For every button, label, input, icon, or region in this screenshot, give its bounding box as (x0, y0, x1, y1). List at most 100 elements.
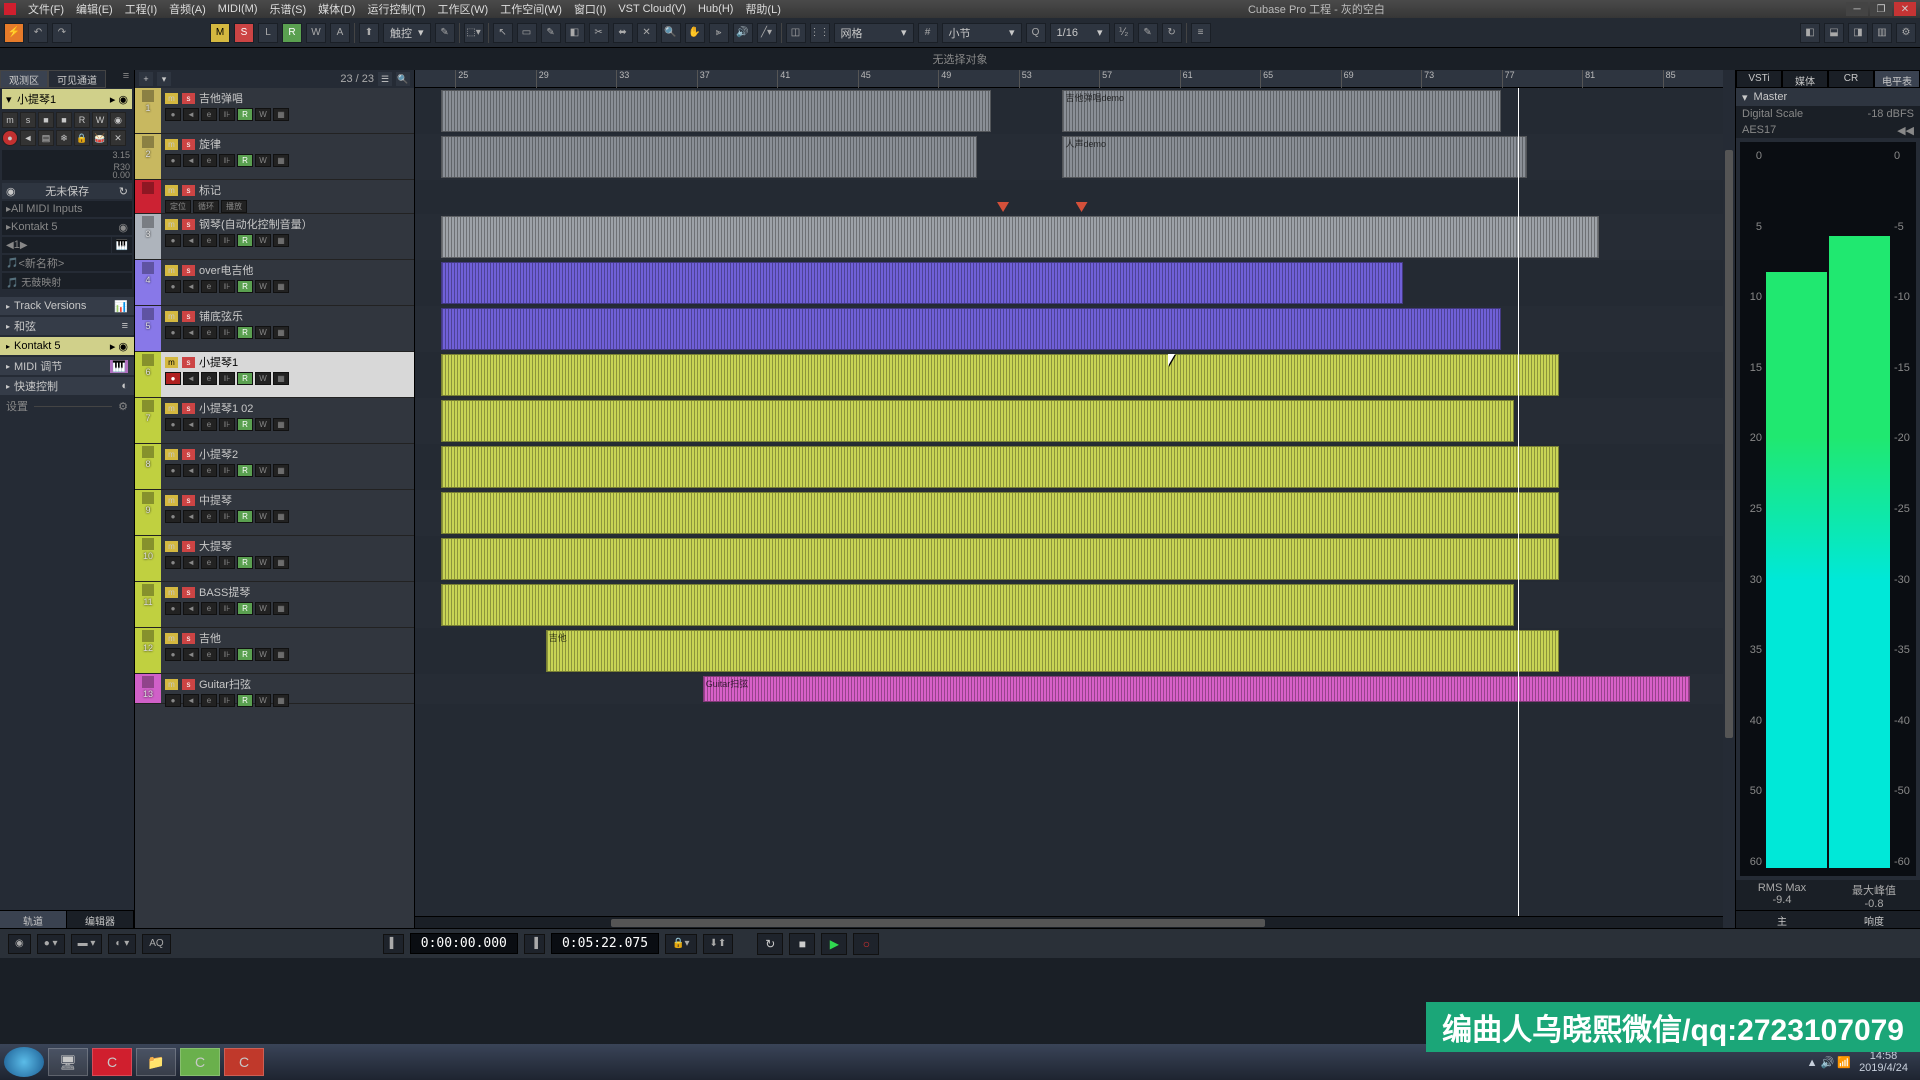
add-track-icon[interactable]: + (139, 72, 153, 86)
menu-project[interactable]: 工程(I) (119, 1, 163, 17)
aes-row[interactable]: AES17◀◀ (1736, 122, 1920, 138)
listen-global[interactable]: L (258, 23, 278, 43)
marker[interactable]: 5 (1076, 202, 1088, 212)
clip[interactable] (441, 446, 1559, 488)
task-explorer[interactable]: 🖥 (48, 1048, 88, 1076)
rtab-meter[interactable]: 电平表 (1874, 70, 1920, 88)
tab-config-icon[interactable]: ≡ (118, 70, 134, 88)
clip[interactable] (441, 216, 1599, 258)
window-close[interactable]: ✕ (1894, 2, 1916, 16)
select-tool-icon[interactable]: ↖ (493, 23, 513, 43)
snap-type-dropdown[interactable]: 触控▾ (383, 23, 431, 43)
clip-area[interactable]: 吉他弹唱demo人声demo65吉他Guitar扫弦 (415, 88, 1723, 916)
track-row[interactable]: 8m s 小提琴2●◄e⊪RW▦ (135, 444, 414, 490)
clip[interactable] (441, 90, 990, 132)
zone-far-icon[interactable]: ▥ (1872, 23, 1892, 43)
clip[interactable]: 吉他弹唱demo (1062, 90, 1500, 132)
clip[interactable] (441, 262, 1402, 304)
btn-lock[interactable]: 🔒 (74, 130, 90, 146)
menu-help[interactable]: 帮助(L) (739, 1, 786, 17)
track-row[interactable]: 13m s Guitar扫弦●◄e⊪RW▦ (135, 674, 414, 704)
track-preset-icon[interactable]: ▾ (157, 72, 171, 86)
gear-icon[interactable]: ⚙ (118, 400, 128, 413)
monitor[interactable]: ◄ (20, 130, 36, 146)
btn-r[interactable]: ■ (38, 112, 54, 128)
mute-tool-icon[interactable]: ✕ (637, 23, 657, 43)
clip[interactable]: 吉他 (546, 630, 1560, 672)
task-app2[interactable]: C (224, 1048, 264, 1076)
midi-channel[interactable]: ◀ 1 ▶ (2, 237, 111, 253)
edit-icon[interactable]: ✎ (435, 23, 455, 43)
volume-slider[interactable]: 3.15R300.00 (2, 150, 132, 180)
track-row[interactable]: 1m s 吉他弹唱●◄e⊪RW▦ (135, 88, 414, 134)
layout-icon[interactable]: ≡ (1191, 23, 1211, 43)
zone-bottom-icon[interactable]: ⬓ (1824, 23, 1844, 43)
track-name-field[interactable]: ▾小提琴1▸ ◉ (2, 89, 132, 109)
midi-edit-icon[interactable]: 🎹 (112, 237, 132, 253)
window-maximize[interactable]: ❐ (1870, 2, 1892, 16)
time-primary[interactable]: 0:00:00.000 (410, 933, 518, 954)
btn-s[interactable]: s (20, 112, 36, 128)
btn-x[interactable]: ✕ (110, 130, 126, 146)
play-tool-icon[interactable]: 🔊 (733, 23, 753, 43)
aq-button[interactable]: AQ (142, 934, 170, 954)
section-track-versions[interactable]: ▸Track Versions📊 (0, 297, 134, 315)
setup-icon[interactable]: ⚙ (1896, 23, 1916, 43)
read-global[interactable]: R (282, 23, 302, 43)
color-tool-icon[interactable]: ◫ (786, 23, 806, 43)
section-chords[interactable]: ▸和弦≡ (0, 317, 134, 335)
bottab-editor[interactable]: 编辑器 (67, 911, 134, 928)
rbottab-loudness[interactable]: 响度 (1828, 911, 1920, 928)
punch-in-icon[interactable]: ● ▾ (37, 934, 65, 954)
patch-name[interactable]: 🎵 <新名称> (2, 255, 132, 271)
mute-global[interactable]: M (210, 23, 230, 43)
menu-window[interactable]: 窗口(I) (568, 1, 612, 17)
tab-channels[interactable]: 可见通道 (48, 70, 106, 88)
btn-w[interactable]: ■ (56, 112, 72, 128)
menu-score[interactable]: 乐谱(S) (264, 1, 313, 17)
btn-e[interactable]: ◉ (110, 112, 126, 128)
glue-tool-icon[interactable]: ⬌ (613, 23, 633, 43)
midi-input[interactable]: ▸ All MIDI Inputs (2, 201, 132, 217)
track-row[interactable]: 12m s 吉他●◄e⊪RW▦ (135, 628, 414, 674)
track-row[interactable]: 3m s 钢琴(自动化控制音量）●◄e⊪RW▦ (135, 214, 414, 260)
task-folder[interactable]: 📁 (136, 1048, 176, 1076)
task-cubase[interactable]: C (92, 1048, 132, 1076)
record-enable[interactable]: ● (2, 130, 18, 146)
clip[interactable] (441, 136, 977, 178)
solo-global[interactable]: S (234, 23, 254, 43)
menu-transport[interactable]: 运行控制(T) (361, 1, 431, 17)
quantize-apply-icon[interactable]: Q (1026, 23, 1046, 43)
btn-ww[interactable]: W (92, 112, 108, 128)
track-row[interactable]: 5m s 铺底弦乐●◄e⊪RW▦ (135, 306, 414, 352)
clip[interactable]: 人声demo (1062, 136, 1526, 178)
grid-icon[interactable]: # (918, 23, 938, 43)
section-midi-mod[interactable]: ▸MIDI 调节🎹 (0, 357, 134, 375)
zone-left-icon[interactable]: ◧ (1800, 23, 1820, 43)
menu-edit[interactable]: 编辑(E) (70, 1, 119, 17)
midi-preset[interactable]: ◉无未保存↻ (2, 183, 132, 199)
punch-out-icon[interactable]: ▬ ▾ (71, 934, 103, 954)
midi-output[interactable]: ▸ Kontakt 5◉ (2, 219, 132, 235)
zone-right-icon[interactable]: ◨ (1848, 23, 1868, 43)
record-button[interactable]: ○ (853, 933, 879, 955)
section-quick[interactable]: ▸快速控制◐ (0, 377, 134, 395)
menu-vstcloud[interactable]: VST Cloud(V) (612, 3, 692, 15)
clip[interactable] (441, 400, 1514, 442)
search-icon[interactable]: 🔍 (396, 72, 410, 86)
menu-workarea[interactable]: 工作区(W) (432, 1, 495, 17)
undo-icon[interactable]: ↶ (28, 23, 48, 43)
track-row[interactable]: 4m s over电吉他●◄e⊪RW▦ (135, 260, 414, 306)
bottab-track[interactable]: 轨道 (0, 911, 67, 928)
erase-tool-icon[interactable]: ◧ (565, 23, 585, 43)
warp-tool-icon[interactable]: ⫸ (709, 23, 729, 43)
range-tool-icon[interactable]: ▭ (517, 23, 537, 43)
clip[interactable] (441, 308, 1500, 350)
menu-file[interactable]: 文件(F) (22, 1, 70, 17)
btn-lane[interactable]: ▤ (38, 130, 54, 146)
track-row[interactable]: 11m s BASS提琴●◄e⊪RW▦ (135, 582, 414, 628)
preroll-icon[interactable]: ◐ ▾ (108, 934, 136, 954)
settings-row[interactable]: 设置⚙ (0, 396, 134, 416)
split-tool-icon[interactable]: ✂ (589, 23, 609, 43)
system-tray[interactable]: ▲ 🔊 📶 14:582019/4/24 (1807, 1050, 1916, 1074)
